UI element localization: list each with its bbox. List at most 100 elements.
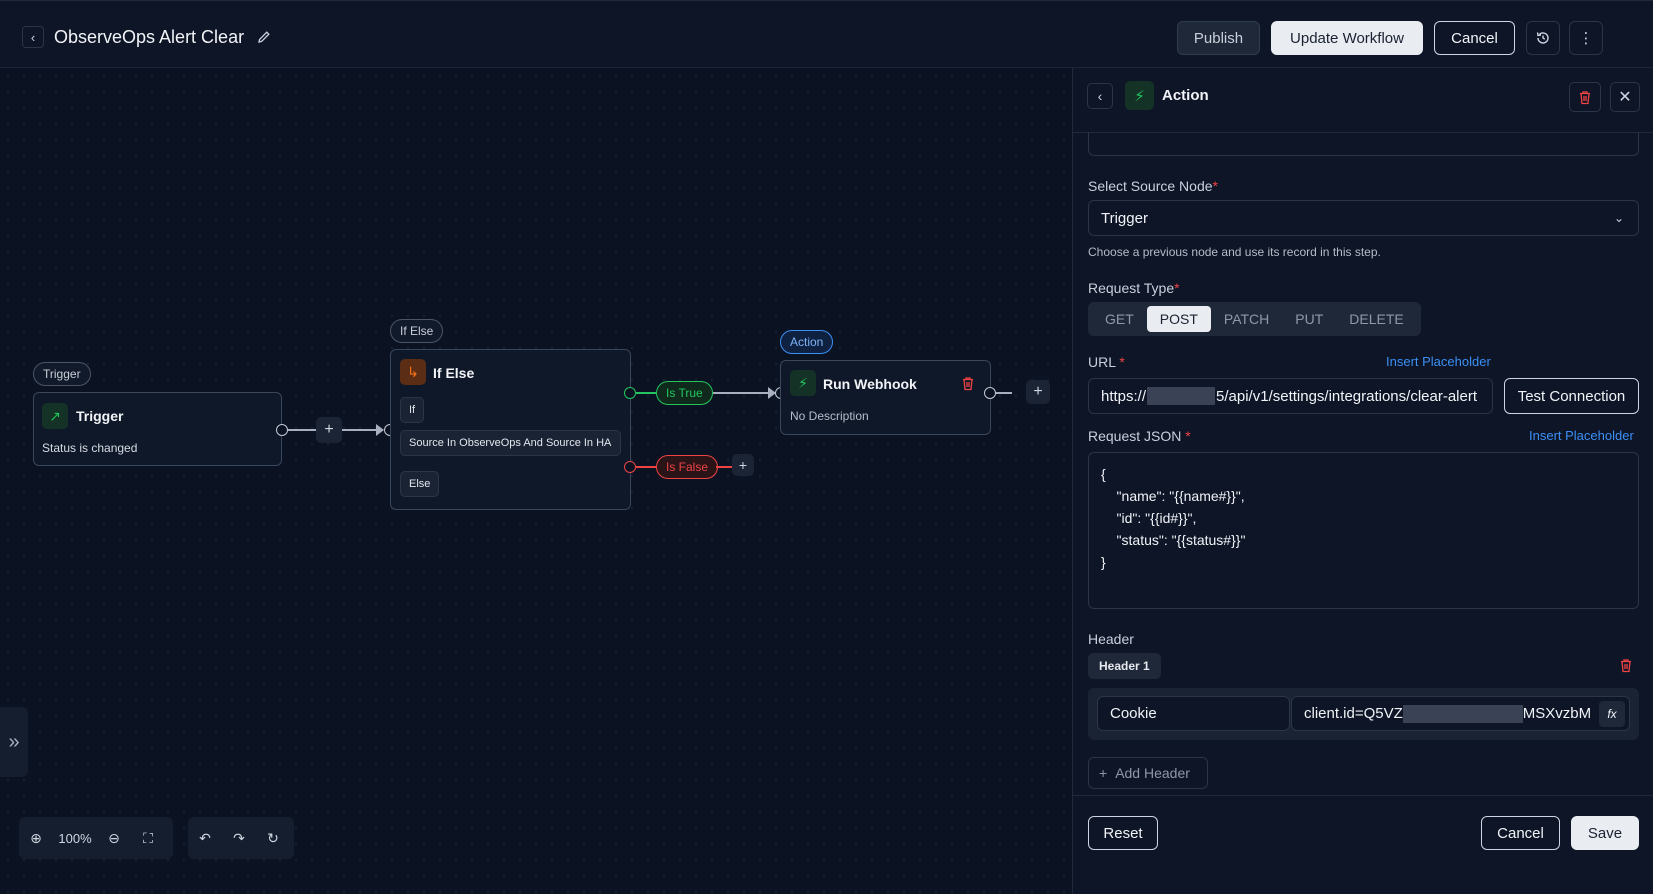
trigger-output-port[interactable] bbox=[276, 424, 288, 436]
add-after-action-button[interactable]: + bbox=[1026, 380, 1050, 404]
split-icon: ↳ bbox=[400, 359, 426, 385]
connector-line bbox=[713, 392, 773, 394]
add-header-label: Add Header bbox=[1115, 765, 1190, 781]
trash-icon[interactable] bbox=[1619, 658, 1633, 673]
back-button[interactable]: ‹ bbox=[22, 26, 44, 48]
request-type-put[interactable]: PUT bbox=[1282, 306, 1336, 332]
connector-line bbox=[288, 429, 316, 431]
is-true-label: Is True bbox=[656, 381, 713, 405]
action-config-panel: ‹ ⚡ Action ✕ Select Source Node* Trigger… bbox=[1072, 68, 1653, 894]
false-output-port[interactable] bbox=[624, 461, 636, 473]
history-button[interactable] bbox=[1526, 21, 1560, 55]
trash-icon[interactable] bbox=[961, 376, 975, 391]
is-false-label: Is False bbox=[656, 455, 719, 479]
source-node-value: Trigger bbox=[1101, 209, 1148, 227]
redacted-block bbox=[1147, 387, 1216, 405]
source-node-select[interactable]: Trigger ⌄ bbox=[1088, 200, 1639, 236]
bolt-icon: ⚡ bbox=[790, 370, 816, 396]
header-row: Cookie client.id=Q5VZ MSXvzbM fx bbox=[1088, 688, 1639, 740]
trigger-icon: ↗ bbox=[42, 403, 68, 429]
description-textarea[interactable] bbox=[1088, 132, 1639, 156]
panel-cancel-button[interactable]: Cancel bbox=[1481, 816, 1560, 850]
if-label: If bbox=[400, 397, 425, 423]
header-chip[interactable]: Header 1 bbox=[1088, 653, 1161, 679]
ifelse-badge: If Else bbox=[390, 319, 444, 343]
true-line bbox=[636, 392, 656, 394]
true-output-port[interactable] bbox=[624, 387, 636, 399]
top-bar: ‹ ObserveOps Alert Clear Publish Update … bbox=[0, 0, 1653, 68]
request-type-patch[interactable]: PATCH bbox=[1211, 306, 1282, 332]
request-type-label: Request Type* bbox=[1088, 280, 1180, 296]
redo-icon[interactable]: ↷ bbox=[222, 817, 256, 859]
else-label: Else bbox=[400, 471, 440, 497]
request-json-label: Request JSON * bbox=[1088, 428, 1191, 444]
panel-back-button[interactable]: ‹ bbox=[1087, 83, 1113, 109]
url-input[interactable]: https:// 5/api/v1/settings/integrations/… bbox=[1088, 378, 1493, 414]
header-value-prefix: client.id=Q5VZ bbox=[1304, 705, 1403, 722]
request-type-segmented: GET POST PATCH PUT DELETE bbox=[1088, 302, 1421, 336]
cancel-button[interactable]: Cancel bbox=[1434, 21, 1515, 55]
arrow-head bbox=[376, 424, 384, 436]
ifelse-node[interactable]: ↳ If Else If Source In ObserveOps And So… bbox=[390, 349, 631, 510]
reset-view-icon[interactable]: ↻ bbox=[256, 817, 290, 859]
url-insert-placeholder[interactable]: Insert Placeholder bbox=[1386, 354, 1491, 369]
condition-text: Source In ObserveOps And Source In HA bbox=[400, 430, 621, 456]
delete-node-button[interactable] bbox=[1569, 82, 1601, 112]
trigger-node-subtitle: Status is changed bbox=[42, 441, 138, 455]
header-label: Header bbox=[1088, 631, 1134, 647]
source-node-label: Select Source Node* bbox=[1088, 178, 1218, 194]
undo-icon[interactable]: ↶ bbox=[188, 817, 222, 859]
function-icon[interactable]: fx bbox=[1599, 701, 1625, 727]
json-insert-placeholder[interactable]: Insert Placeholder bbox=[1529, 428, 1634, 443]
false-line bbox=[636, 466, 656, 468]
more-options-button[interactable]: ⋮ bbox=[1569, 21, 1603, 55]
zoom-out-icon[interactable]: ⊖ bbox=[97, 817, 131, 859]
header-value-suffix: MSXvzbM bbox=[1522, 705, 1592, 722]
action-node[interactable]: ⚡ Run Webhook No Description bbox=[780, 360, 991, 435]
request-type-delete[interactable]: DELETE bbox=[1336, 306, 1416, 332]
zoom-in-icon[interactable]: ⊕ bbox=[19, 817, 53, 859]
add-header-button[interactable]: + Add Header bbox=[1088, 757, 1208, 789]
url-suffix: 5/api/v1/settings/integrations/clear-ale… bbox=[1216, 387, 1478, 405]
trigger-badge: Trigger bbox=[33, 362, 91, 386]
fit-view-icon[interactable]: ⛶ bbox=[131, 817, 165, 859]
request-type-post[interactable]: POST bbox=[1146, 306, 1211, 332]
test-connection-button[interactable]: Test Connection bbox=[1504, 378, 1639, 414]
source-node-help: Choose a previous node and use its recor… bbox=[1088, 245, 1381, 259]
trash-icon bbox=[1580, 90, 1590, 104]
expand-sidebar-button[interactable]: » bbox=[0, 707, 28, 777]
url-label: URL * bbox=[1088, 354, 1125, 370]
workflow-canvas[interactable]: Trigger ↗ Trigger Status is changed + If… bbox=[0, 68, 1072, 894]
plus-icon: + bbox=[1099, 765, 1108, 781]
bolt-icon: ⚡ bbox=[1125, 81, 1154, 110]
save-button[interactable]: Save bbox=[1571, 816, 1639, 850]
panel-footer: Reset Cancel Save bbox=[1073, 795, 1653, 894]
close-panel-button[interactable]: ✕ bbox=[1610, 82, 1640, 112]
trigger-node[interactable]: ↗ Trigger Status is changed bbox=[33, 392, 282, 466]
pencil-icon[interactable] bbox=[256, 29, 272, 45]
add-step-button[interactable]: + bbox=[316, 417, 342, 443]
action-output-port[interactable] bbox=[984, 387, 996, 399]
redacted-block bbox=[1402, 704, 1523, 723]
chevron-left-icon: ‹ bbox=[30, 29, 36, 45]
ifelse-node-title: If Else bbox=[433, 365, 475, 381]
action-node-title: Run Webhook bbox=[823, 376, 917, 392]
url-prefix: https:// bbox=[1101, 387, 1147, 405]
publish-button[interactable]: Publish bbox=[1177, 21, 1260, 55]
request-json-editor[interactable]: { "name": "{{name#}}", "id": "{{id#}}", … bbox=[1088, 452, 1639, 609]
double-chevron-right-icon: » bbox=[8, 730, 20, 753]
update-workflow-button[interactable]: Update Workflow bbox=[1271, 21, 1423, 55]
close-icon: ✕ bbox=[1618, 89, 1632, 106]
request-type-get[interactable]: GET bbox=[1092, 306, 1147, 332]
action-node-subtitle: No Description bbox=[790, 409, 869, 423]
header-key-input[interactable]: Cookie bbox=[1097, 696, 1290, 731]
workflow-title: ObserveOps Alert Clear bbox=[54, 27, 245, 47]
add-false-step-button[interactable]: + bbox=[732, 454, 754, 476]
more-vertical-icon: ⋮ bbox=[1578, 30, 1594, 47]
panel-header: ‹ ⚡ Action ✕ bbox=[1073, 68, 1653, 133]
connector-line bbox=[996, 392, 1012, 394]
reset-button[interactable]: Reset bbox=[1088, 816, 1158, 850]
header-value-input[interactable]: client.id=Q5VZ MSXvzbM fx bbox=[1291, 696, 1630, 731]
panel-title: Action bbox=[1162, 87, 1209, 104]
history-controls: ↶ ↷ ↻ bbox=[188, 817, 294, 859]
